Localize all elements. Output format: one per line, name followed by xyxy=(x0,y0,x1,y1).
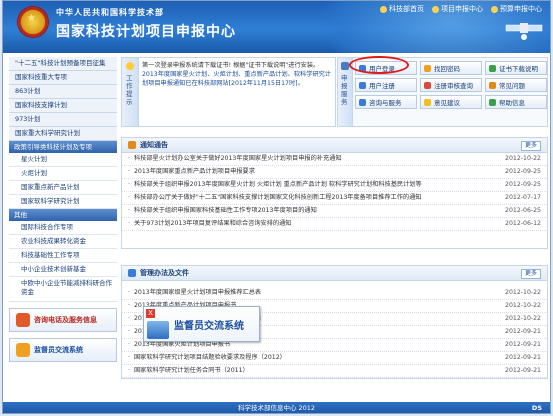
sidebar-group-other[interactable]: 其他 xyxy=(9,209,117,221)
popup-image xyxy=(147,321,169,339)
ministry-name: 中华人民共和国科学技术部 xyxy=(56,8,164,17)
site-header: ★ 中华人民共和国科学技术部 国家科技计划项目申报中心 科技部首页 项目申报中心… xyxy=(3,1,550,53)
notices-more-button[interactable]: 更多 xyxy=(520,141,541,151)
cert-download-button[interactable]: 证书下载说明 xyxy=(485,61,547,75)
sidebar-item-eu-sme[interactable]: 中欧中小企业节能减排科研合作资金 xyxy=(9,277,117,302)
document-icon xyxy=(128,269,136,277)
sidebar-item-spark[interactable]: 星火计划 xyxy=(9,153,117,167)
supervisor-popup[interactable]: X 监督员交流系统 xyxy=(143,306,260,342)
sidebar-item-major-research[interactable]: 国家重大科学研究计划 xyxy=(9,127,117,141)
sidebar-item-intl-coop[interactable]: 国际科技合作专项 xyxy=(9,221,117,235)
top-link-project-center[interactable]: 项目申报中心 xyxy=(432,4,483,14)
register-review-button[interactable]: 注册审核查询 xyxy=(420,78,482,92)
supervisor-system-button[interactable]: 监督员交流系统 xyxy=(9,338,117,362)
key-icon xyxy=(424,64,431,72)
user-login-button[interactable]: 用户登录 xyxy=(355,61,417,75)
recover-password-button[interactable]: 找回密码 xyxy=(420,61,482,75)
speaker-icon xyxy=(128,141,136,149)
user-register-button[interactable]: 用户注册 xyxy=(355,78,417,92)
register-icon xyxy=(359,81,366,89)
work-tips-label: 工作提示 xyxy=(126,74,133,106)
feedback-button[interactable]: 意见建议 xyxy=(420,95,482,109)
notice-row[interactable]: · 2013年度国家重点新产品计划项目申报要求 2012-09-25 xyxy=(122,166,547,179)
consult-icon xyxy=(359,98,366,106)
document-row[interactable]: · 国家软科学研究计划项目结题验收要求及程序（2012） 2012-09-21 xyxy=(122,352,547,365)
sidebar-item-prep-projects[interactable]: "十二五"科技计划预备项目征集 xyxy=(9,57,117,71)
sidebar-group-policy[interactable]: 政策引导类科技计划及专项 xyxy=(9,141,117,153)
top-link-most-home[interactable]: 科技部首页 xyxy=(380,4,424,14)
top-links: 科技部首页 项目申报中心 预算申报中心 xyxy=(380,4,542,14)
help-icon xyxy=(489,98,496,106)
home-icon xyxy=(380,5,387,13)
national-emblem-icon: ★ xyxy=(18,7,48,37)
phone-icon xyxy=(16,313,30,327)
site-footer: 科学技术部信息中心 2012 DS xyxy=(3,402,550,413)
browser-page: ★ 中华人民共和国科学技术部 国家科技计划项目申报中心 科技部首页 项目申报中心… xyxy=(2,0,551,414)
sidebar-item-basic-work[interactable]: 科技基础性工作专项 xyxy=(9,249,117,263)
notices-panel: 通知通告 更多 · 科技部星火计划办公室关于做好2013年度国家星火计划项目申报的补… xyxy=(121,137,548,249)
budget-icon xyxy=(491,5,498,13)
sidebar-item-973[interactable]: 973计划 xyxy=(9,113,117,127)
sidebar-item-support[interactable]: 国家科技支撑计划 xyxy=(9,99,117,113)
consult-button[interactable]: 咨询与服务 xyxy=(355,95,417,109)
faq-button[interactable]: 常见问题 xyxy=(485,78,547,92)
footer-badge: DS xyxy=(531,404,542,412)
service-box: 申报服务 用户登录 找回密码 证书下载说明 用户注册 注册审核查询 常见问题 咨… xyxy=(337,56,548,127)
certificate-icon xyxy=(489,64,496,72)
sidebar-item-major-projects[interactable]: 国家科技重大专项 xyxy=(9,71,117,85)
sidebar-item-agri-fund[interactable]: 农业科技成果转化资金 xyxy=(9,235,117,249)
regulations-more-button[interactable]: 更多 xyxy=(520,269,541,279)
sidebar-item-innovation-fund[interactable]: 中小企业技术创新基金 xyxy=(9,263,117,277)
notice-row[interactable]: · 科技部关于组织申报国家科技基础性工作专项2013年度项目的通知 2012-06-… xyxy=(122,205,547,218)
sidebar-item-torch[interactable]: 火炬计划 xyxy=(9,167,117,181)
document-row[interactable]: · 国家软科学研究计划任务合同书（2011） 2012-09-21 xyxy=(122,365,547,378)
top-link-budget-center[interactable]: 预算申报中心 xyxy=(491,4,542,14)
notice-row[interactable]: · 关于973计划2013年项目复评结果和综合咨询安排的通知 2012-06-12 xyxy=(122,218,547,231)
site-title: 国家科技计划项目申报中心 xyxy=(56,24,236,40)
document-row[interactable]: · 2013年度国家级星火计划项目申报推荐汇总表 2012-10-22 xyxy=(122,287,547,300)
pen-icon xyxy=(341,62,349,70)
user-icon xyxy=(359,64,366,72)
question-icon xyxy=(489,81,496,89)
search-icon xyxy=(424,81,431,89)
work-tips-box: 工作提示 第一次登录申报系统请下载证书! 根据"证书下载说明"进行安装。 201… xyxy=(121,57,336,127)
contact-info-button[interactable]: 咨询电话及服务信息 xyxy=(9,308,117,332)
tip-line-cert: 第一次登录申报系统请下载证书! 根据"证书下载说明"进行安装。 xyxy=(142,62,320,69)
notices-title: 通知通告 xyxy=(140,141,168,149)
sidebar-item-soft-science[interactable]: 国家软科学研究计划 xyxy=(9,195,117,209)
sidebar-item-863[interactable]: 863计划 xyxy=(9,85,117,99)
notice-row[interactable]: · 科技部办公厅关于做好"十二五"国家科技支撑计划国家文化科技创新工程2013年度… xyxy=(122,192,547,205)
notice-row[interactable]: · 科技部关于组织申报2013年度国家星火计划 火炬计划 重点新产品计划 软科学研… xyxy=(122,179,547,192)
lightbulb-icon xyxy=(126,62,134,70)
popup-title[interactable]: 监督员交流系统 xyxy=(174,317,244,332)
service-label: 申报服务 xyxy=(341,74,348,106)
supervisor-icon xyxy=(16,343,30,357)
left-sidebar: "十二五"科技计划预备项目征集 国家科技重大专项 863计划 国家科技支撑计划 … xyxy=(9,57,117,409)
notice-row[interactable]: · 科技部星火计划办公室关于做好2013年度国家星火计划项目申报的补充通知 2012… xyxy=(122,153,547,166)
sidebar-item-new-products[interactable]: 国家重点新产品计划 xyxy=(9,181,117,195)
help-button[interactable]: 帮助信息 xyxy=(485,95,547,109)
close-icon[interactable]: X xyxy=(146,309,155,318)
tip-line-notice[interactable]: 2013年度国家星火计划、火炬计划、重点新产品计划、软科学研究计划项目申报通知已… xyxy=(142,70,332,88)
project-icon xyxy=(432,5,439,13)
regulations-title: 管理办法及文件 xyxy=(140,269,189,277)
satellite-icon xyxy=(505,23,543,40)
feedback-icon xyxy=(424,98,431,106)
footer-text: 科学技术部信息中心 2012 xyxy=(237,404,316,412)
